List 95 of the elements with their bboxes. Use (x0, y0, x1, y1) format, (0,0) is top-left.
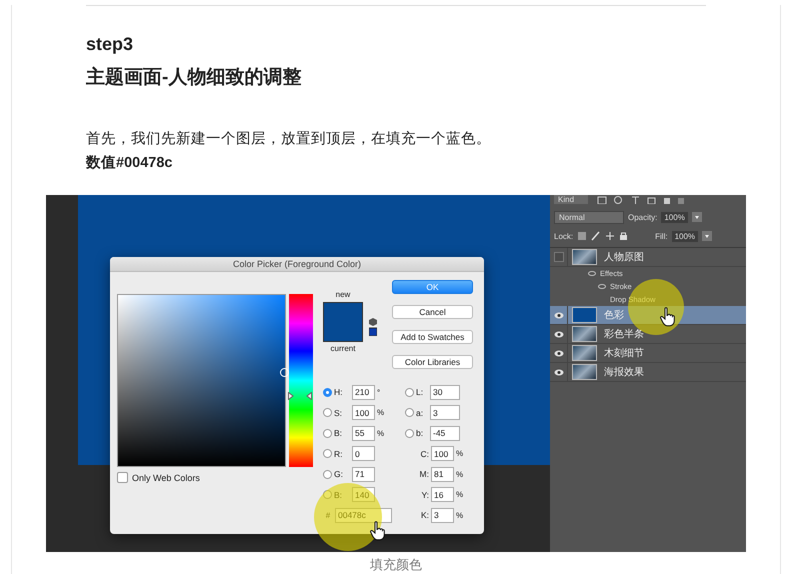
layer-name: 木刻细节 (604, 346, 644, 360)
field-label: B: (334, 490, 344, 500)
layer-row[interactable]: 木刻细节 (550, 344, 746, 363)
layer-row[interactable]: 海报效果 (550, 363, 746, 382)
web-colors-checkbox[interactable] (117, 472, 128, 483)
hue-slider-handle[interactable] (288, 392, 312, 400)
fill-dropdown-icon[interactable] (702, 231, 712, 241)
value-field[interactable]: 30 (430, 384, 460, 400)
dialog-button[interactable]: Cancel (392, 305, 473, 319)
radio-button[interactable] (405, 388, 414, 397)
field-label: R: (334, 448, 344, 459)
field-label: L: (416, 387, 424, 398)
blend-mode-dropdown[interactable]: Normal (554, 210, 624, 224)
visibility-toggle[interactable] (554, 252, 564, 262)
fill-field[interactable]: 100% (672, 230, 698, 242)
image-caption: 填充颜色 (369, 556, 423, 574)
current-label: current (330, 344, 356, 354)
hex-label: # (324, 510, 332, 520)
field-label: a: (416, 408, 424, 418)
field-label: B: (334, 428, 344, 438)
eye-icon[interactable] (554, 350, 564, 356)
field-label: M: (418, 469, 429, 480)
unit-label: % (456, 510, 464, 520)
layer-thumbnail (572, 249, 597, 265)
field-label: C: (420, 448, 429, 459)
value-field[interactable]: 210 (352, 384, 375, 400)
value-note: 数值#00478c (86, 154, 174, 173)
unit-label: ° (377, 388, 380, 397)
unit-label: % (456, 449, 464, 458)
value-field[interactable]: 0 (352, 446, 375, 462)
radio-button[interactable] (323, 388, 332, 397)
value-field[interactable]: 71 (352, 466, 375, 482)
field-label: S: (334, 408, 344, 418)
radio-button[interactable] (323, 490, 332, 500)
layer-name: 人物原图 (604, 251, 644, 264)
value-field[interactable]: 100 (431, 446, 454, 462)
fill-label: Fill: (655, 230, 668, 242)
paragraph: 首先，我们先新建一个图层，放置到顶层，在填充一个蓝色。 (86, 130, 492, 149)
field-label: G: (334, 469, 344, 480)
eye-icon[interactable] (598, 284, 606, 289)
unit-label: % (377, 408, 384, 418)
value-field[interactable]: 3 (431, 508, 454, 523)
value-field[interactable]: 3 (430, 405, 460, 420)
value-field[interactable]: 55 (352, 426, 375, 441)
dialog-title: Color Picker (Foreground Color) (110, 257, 484, 272)
checkbox-label: Only Web Colors (132, 472, 200, 482)
layer-name: 彩色半条 (604, 328, 644, 341)
layer-name: 色彩 (604, 309, 624, 322)
layer-thumbnail (572, 307, 597, 323)
eye-icon[interactable] (554, 330, 564, 338)
layer-row[interactable]: 人物原图 (550, 248, 746, 267)
value-field[interactable]: 81 (431, 466, 454, 482)
lock-icons[interactable] (577, 231, 630, 241)
radio-button[interactable] (323, 470, 332, 479)
value-field[interactable]: 100 (352, 405, 375, 420)
layer-name: 海报效果 (604, 366, 644, 379)
saturation-brightness-field[interactable] (117, 294, 286, 467)
eye-icon[interactable] (554, 312, 564, 318)
opacity-dropdown-icon[interactable] (692, 212, 702, 222)
radio-button[interactable] (405, 408, 414, 418)
layer-thumbnail (572, 326, 597, 342)
unit-label: % (377, 428, 384, 438)
opacity-field[interactable]: 100% (661, 212, 688, 222)
hand-cursor-icon (660, 307, 676, 327)
color-swatch (323, 302, 363, 342)
hue-slider[interactable] (289, 294, 313, 467)
new-label: new (336, 290, 350, 300)
opacity-label: Opacity: (628, 212, 658, 222)
filter-icons[interactable] (596, 196, 686, 204)
unit-label: % (456, 470, 464, 479)
field-label: b: (416, 428, 424, 438)
value-field[interactable]: -45 (430, 426, 460, 441)
layer-thumbnail (572, 364, 597, 380)
radio-button[interactable] (323, 449, 332, 458)
field-label: Y: (420, 490, 429, 500)
value-field[interactable]: 16 (431, 487, 454, 502)
field-label: H: (334, 387, 344, 398)
field-label: K: (420, 510, 429, 520)
radio-button[interactable] (323, 408, 332, 418)
dialog-button[interactable]: Color Libraries (392, 355, 473, 369)
eye-icon[interactable] (554, 368, 564, 376)
filter-dropdown[interactable]: Kind (554, 195, 588, 204)
layer-row[interactable]: 彩色半条 (550, 325, 746, 344)
click-highlight (314, 483, 382, 551)
radio-button[interactable] (405, 428, 414, 438)
step-title: step3 (86, 33, 134, 56)
section-heading: 主题画面-人物细致的调整 (86, 66, 302, 90)
eye-icon[interactable] (588, 271, 596, 276)
dialog-button[interactable]: Add to Swatches (392, 330, 473, 344)
layer-thumbnail (572, 345, 597, 361)
hand-cursor-icon (370, 521, 386, 541)
radio-button[interactable] (323, 428, 332, 438)
unit-label: % (456, 490, 464, 500)
lock-label: Lock: (554, 230, 574, 242)
gamut-cube-icon[interactable] (369, 318, 377, 336)
